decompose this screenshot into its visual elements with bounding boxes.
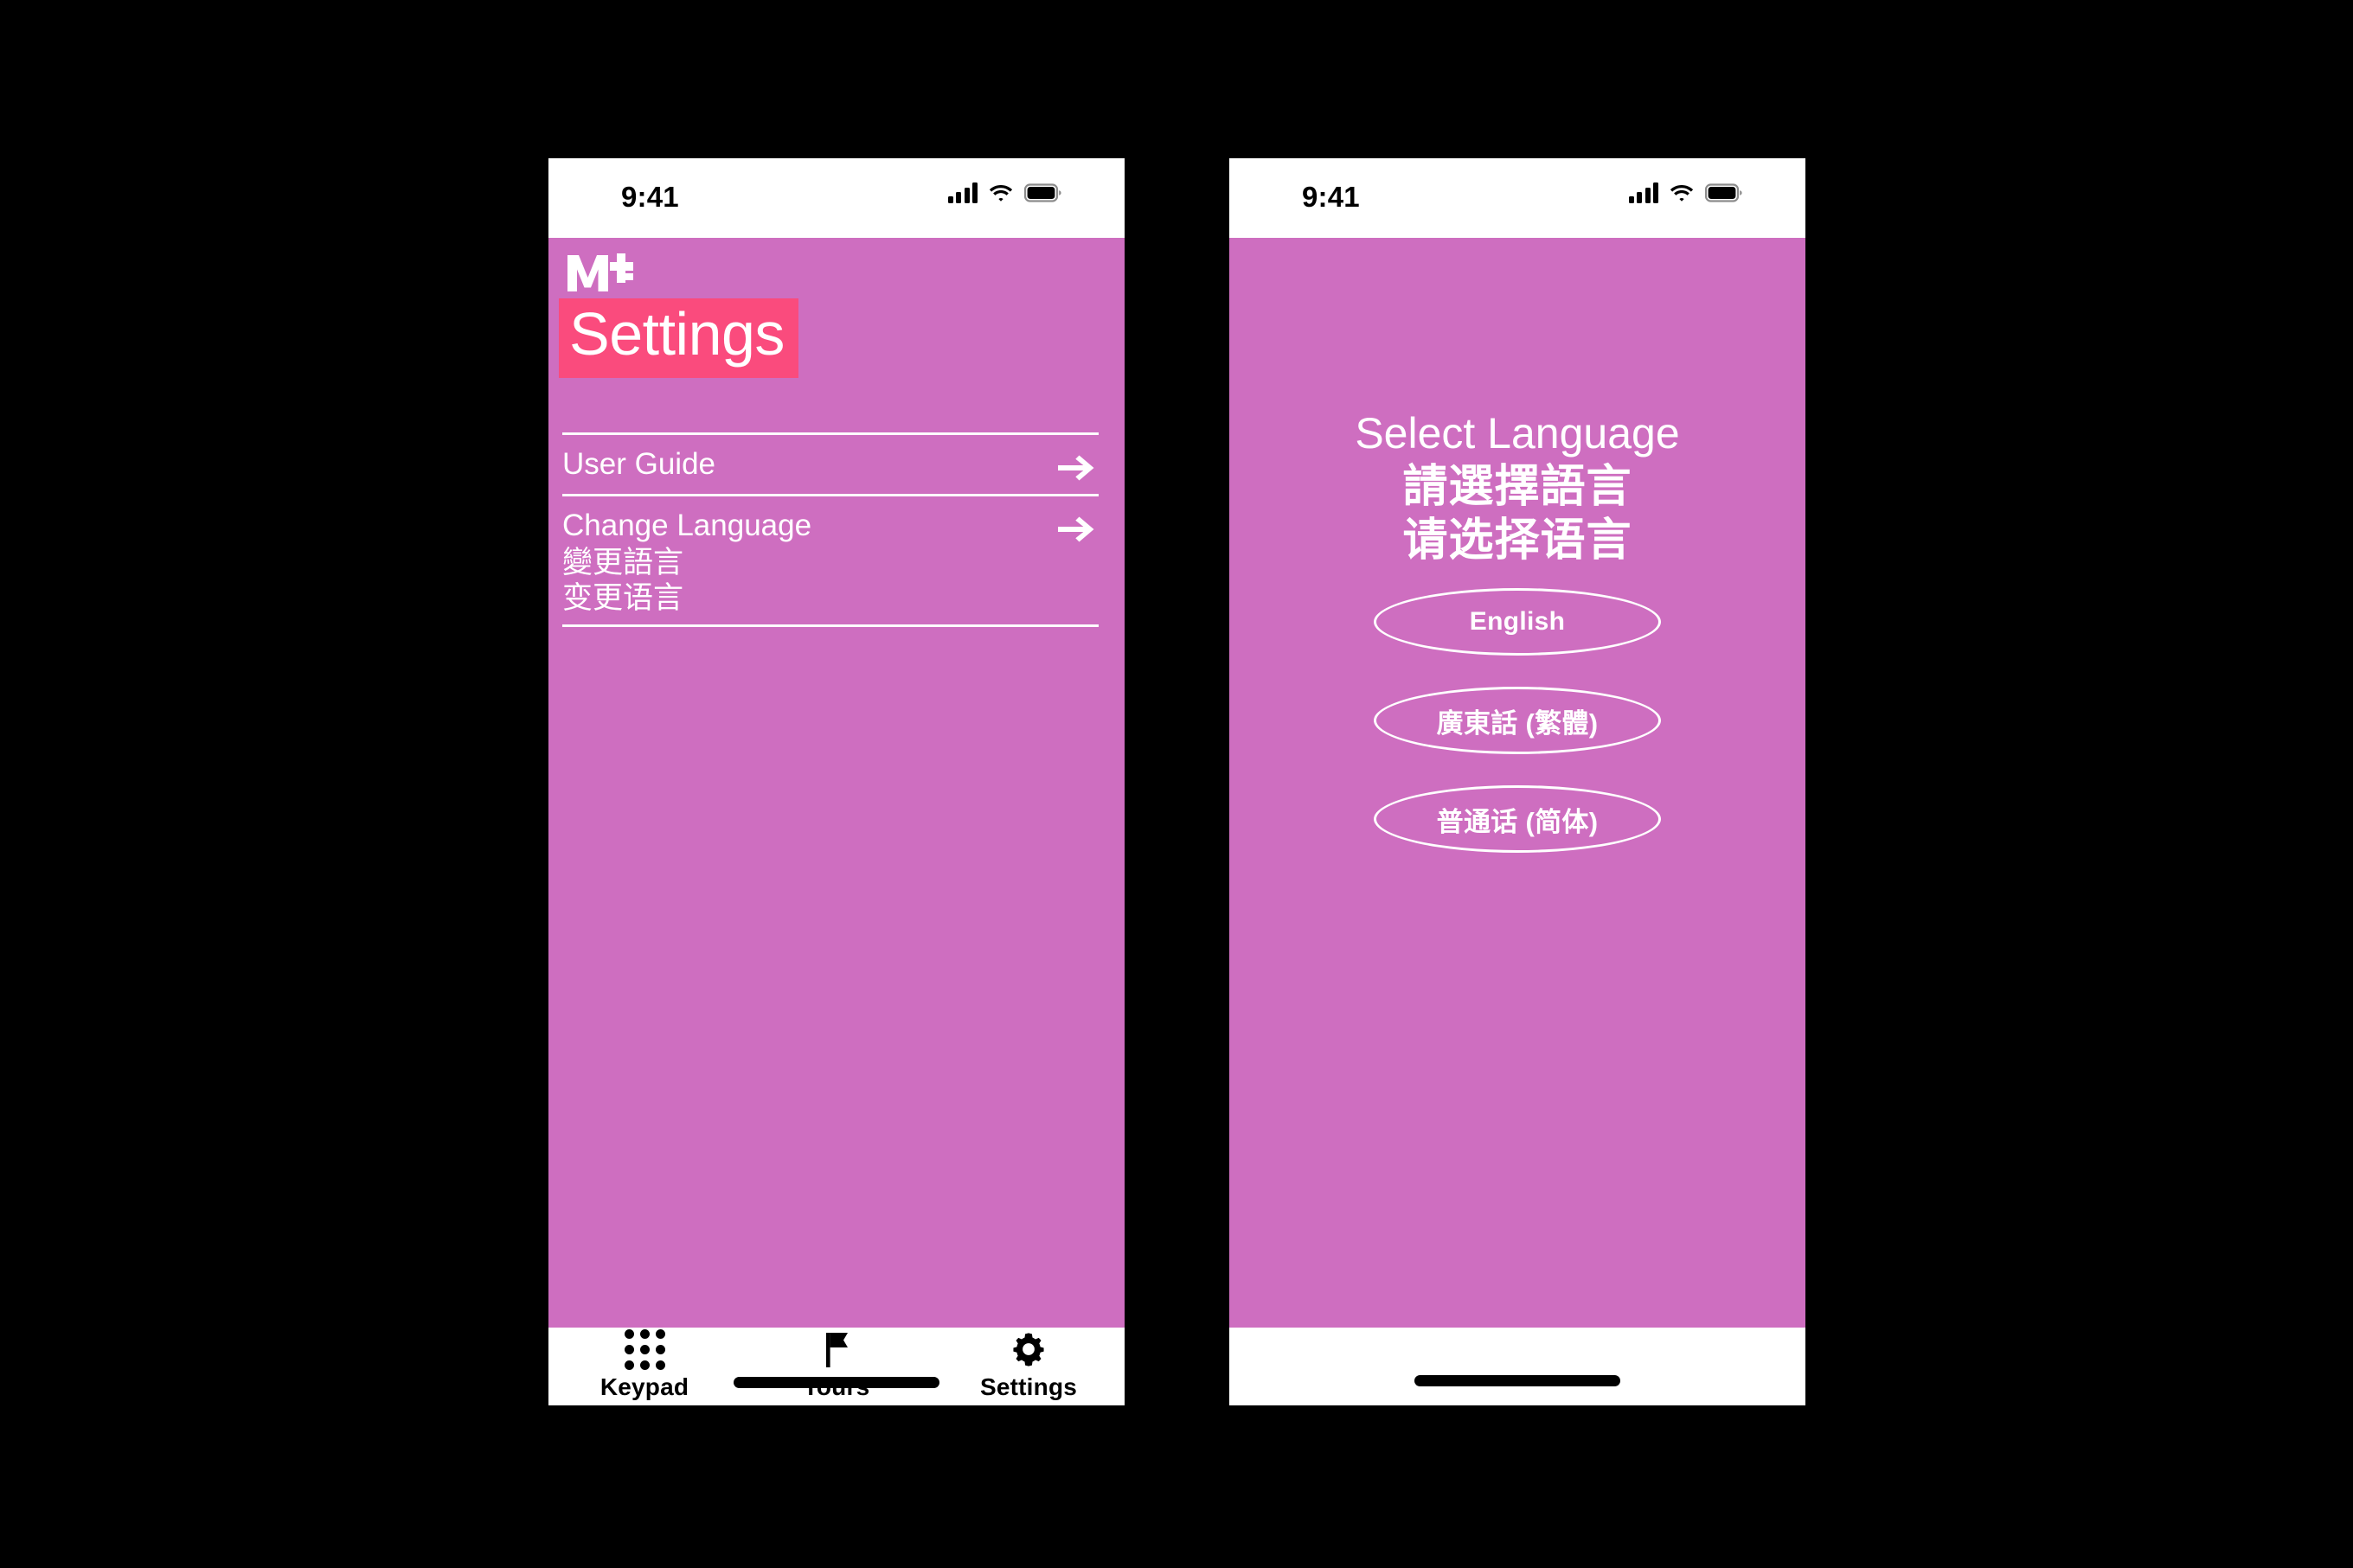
tab-label: Keypad	[599, 1373, 689, 1400]
language-option-label: English	[1469, 607, 1566, 636]
language-option-english[interactable]: English	[1374, 588, 1661, 656]
settings-row-sublabel-simplified: 变更语言	[562, 581, 684, 615]
m-plus-logo	[562, 243, 666, 304]
arrow-right-icon[interactable]	[1057, 512, 1097, 547]
page-title-highlight: Settings	[559, 298, 798, 378]
tab-bar: Keypad Tours Settings	[548, 1328, 1125, 1405]
arrow-right-icon[interactable]	[1057, 451, 1097, 485]
wifi-icon	[988, 182, 1014, 203]
language-heading-traditional: 請選擇語言	[1402, 462, 1632, 512]
phone-language-screen: 9:41 Select Language 請選擇語言 请选择语言 English…	[1229, 158, 1805, 1405]
battery-full-icon	[1705, 182, 1743, 203]
status-bar: 9:41	[548, 158, 1125, 238]
language-heading-simplified: 请选择语言	[1402, 515, 1632, 566]
language-option-label: 普通话 (简体)	[1436, 806, 1599, 837]
settings-list: User Guide Change Language 變更語言 变更语言	[562, 432, 1099, 627]
language-headings: Select Language 請選擇語言 请选择语言	[1229, 406, 1805, 567]
cellular-signal-icon	[1628, 182, 1658, 203]
home-indicator[interactable]	[734, 1377, 939, 1388]
gear-icon	[1010, 1330, 1047, 1368]
status-bar-icons	[947, 182, 1063, 203]
list-divider-bottom	[562, 624, 1099, 627]
language-option-cantonese-traditional[interactable]: 廣東話 (繁體)	[1374, 687, 1661, 754]
settings-row-label: Change Language	[562, 509, 812, 542]
language-content: Select Language 請選擇語言 请选择语言 English 廣東話 …	[1229, 238, 1805, 1329]
phone-settings-screen: 9:41 Settings User Guide Change Language…	[548, 158, 1125, 1405]
language-options: English 廣東話 (繁體) 普通话 (简体)	[1229, 588, 1805, 853]
settings-content: Settings User Guide Change Language 變更語言…	[548, 238, 1125, 1328]
tab-keypad[interactable]: Keypad	[548, 1328, 741, 1404]
status-bar: 9:41	[1229, 158, 1805, 238]
language-option-label: 廣東話 (繁體)	[1436, 707, 1599, 739]
language-heading-english: Select Language	[1355, 409, 1680, 458]
tab-tours[interactable]: Tours	[741, 1328, 933, 1404]
home-area	[548, 1377, 1125, 1405]
settings-row-change-language[interactable]: Change Language 變更語言 变更语言	[562, 496, 1099, 624]
language-option-mandarin-simplified[interactable]: 普通话 (简体)	[1374, 785, 1661, 853]
home-indicator[interactable]	[1414, 1375, 1620, 1386]
battery-full-icon	[1024, 182, 1062, 203]
status-bar-time: 9:41	[621, 181, 679, 213]
tab-settings[interactable]: Settings	[933, 1328, 1125, 1404]
settings-row-label: User Guide	[562, 447, 716, 481]
flag-icon	[819, 1330, 854, 1368]
tab-label: Settings	[979, 1373, 1078, 1400]
status-bar-icons	[1628, 182, 1744, 203]
cellular-signal-icon	[947, 182, 978, 203]
home-area	[1229, 1328, 1805, 1405]
page-title: Settings	[569, 300, 785, 368]
keypad-grid-icon	[624, 1328, 665, 1370]
status-bar-time: 9:41	[1302, 181, 1360, 213]
settings-row-sublabel-traditional: 變更語言	[562, 546, 684, 579]
wifi-icon	[1669, 182, 1695, 203]
settings-row-user-guide[interactable]: User Guide	[562, 435, 1099, 494]
